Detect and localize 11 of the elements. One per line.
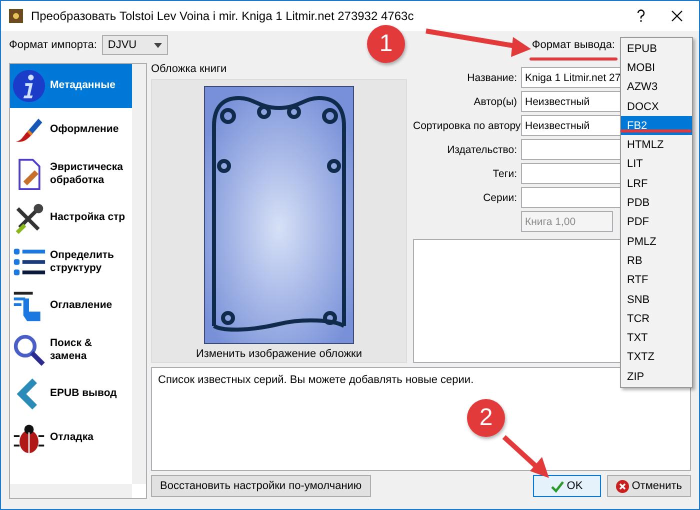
field-label: Теги: [492, 168, 517, 180]
field-label: Автор(ы) [474, 96, 517, 108]
window-title: Преобразовать Tolstoi Lev Voina i mir. Kniga 1 Litmir.net 273932 4763c [31, 9, 415, 23]
output-format-label: Формат вывода: [532, 39, 615, 51]
cover-group-title: Обложка книги [151, 63, 228, 75]
field-label: Издательство: [447, 144, 517, 156]
import-format-label: Формат импорта: [9, 39, 97, 51]
field-label: Серии: [483, 192, 517, 204]
field-label: Сортировка по автору [413, 120, 521, 132]
field-label: Название: [467, 72, 517, 84]
step-badge: 1 [367, 25, 405, 63]
